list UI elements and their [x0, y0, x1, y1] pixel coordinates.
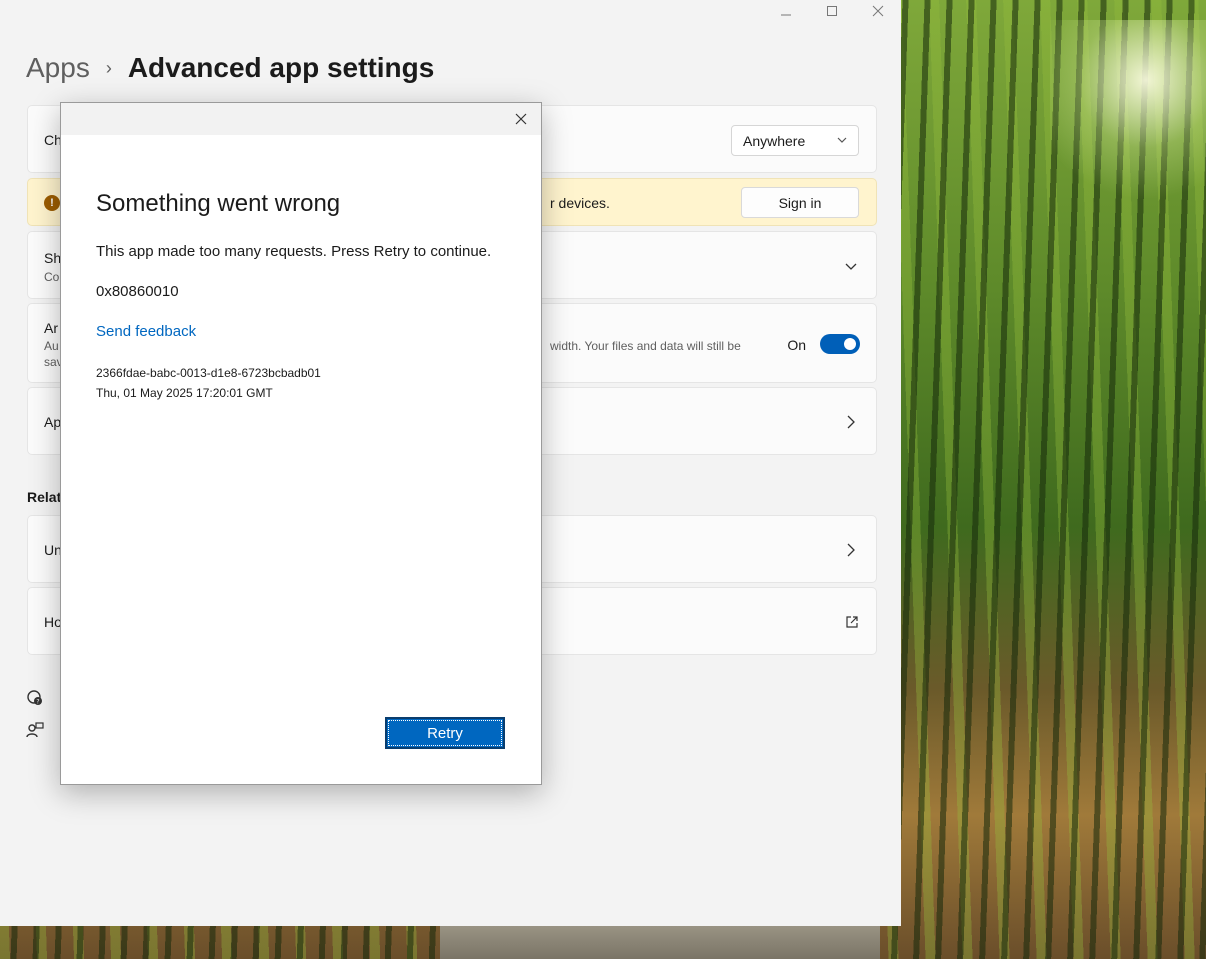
app-source-dropdown[interactable]: Anywhere: [731, 125, 859, 156]
dialog-message: This app made too many requests. Press R…: [96, 243, 492, 260]
page-title: Advanced app settings: [127, 52, 435, 83]
close-icon: [872, 5, 884, 17]
wallpaper-sunlight: [1050, 20, 1206, 220]
window-controls: [763, 0, 901, 22]
dialog-titlebar: [61, 103, 541, 135]
svg-text:?: ?: [36, 699, 39, 706]
share-title: Sh: [44, 250, 62, 266]
maximize-icon: [827, 6, 837, 16]
chevron-right-icon: [847, 543, 855, 557]
toggle-knob: [844, 338, 856, 350]
warning-text: r devices.: [550, 195, 610, 211]
chevron-down-icon: [837, 137, 847, 143]
archive-title: Ar: [44, 320, 58, 336]
related-settings-heading: Relat: [27, 489, 62, 505]
error-code: 0x80860010: [96, 283, 179, 300]
warning-icon: !: [44, 195, 60, 211]
archive-apps-toggle[interactable]: [820, 334, 860, 354]
error-timestamp: Thu, 01 May 2025 17:20:01 GMT: [96, 386, 273, 400]
close-window-button[interactable]: [855, 0, 901, 22]
aliases-title: Ap: [44, 414, 62, 430]
dropdown-value: Anywhere: [743, 132, 806, 149]
error-dialog: Something went wrong This app made too m…: [60, 102, 542, 785]
chevron-right-icon: [847, 415, 855, 429]
breadcrumb: Apps › Advanced app settings: [26, 52, 434, 84]
correlation-id: 2366fdae-babc-0013-d1e8-6723bcbadb01: [96, 366, 321, 380]
give-feedback-icon[interactable]: [26, 721, 44, 739]
sign-in-button[interactable]: Sign in: [741, 187, 859, 218]
send-feedback-link[interactable]: Send feedback: [96, 323, 196, 340]
wallpaper-path: [440, 925, 880, 959]
minimize-button[interactable]: [763, 0, 809, 22]
open-external-icon: [846, 616, 858, 628]
breadcrumb-separator: ›: [105, 57, 112, 78]
archive-subtitle-line1: Au: [44, 339, 59, 353]
minimize-icon: [781, 14, 791, 16]
chevron-down-icon: [845, 263, 857, 270]
archive-toggle-label: On: [787, 337, 806, 353]
archive-description: width. Your files and data will still be: [550, 339, 741, 353]
get-help-icon[interactable]: ?: [26, 689, 44, 707]
breadcrumb-apps-link[interactable]: Apps: [26, 52, 90, 84]
maximize-button[interactable]: [809, 0, 855, 22]
retry-button[interactable]: Retry: [385, 717, 505, 749]
close-dialog-icon[interactable]: [513, 111, 529, 127]
dialog-heading: Something went wrong: [96, 190, 341, 217]
share-subtitle: Co: [44, 270, 60, 284]
